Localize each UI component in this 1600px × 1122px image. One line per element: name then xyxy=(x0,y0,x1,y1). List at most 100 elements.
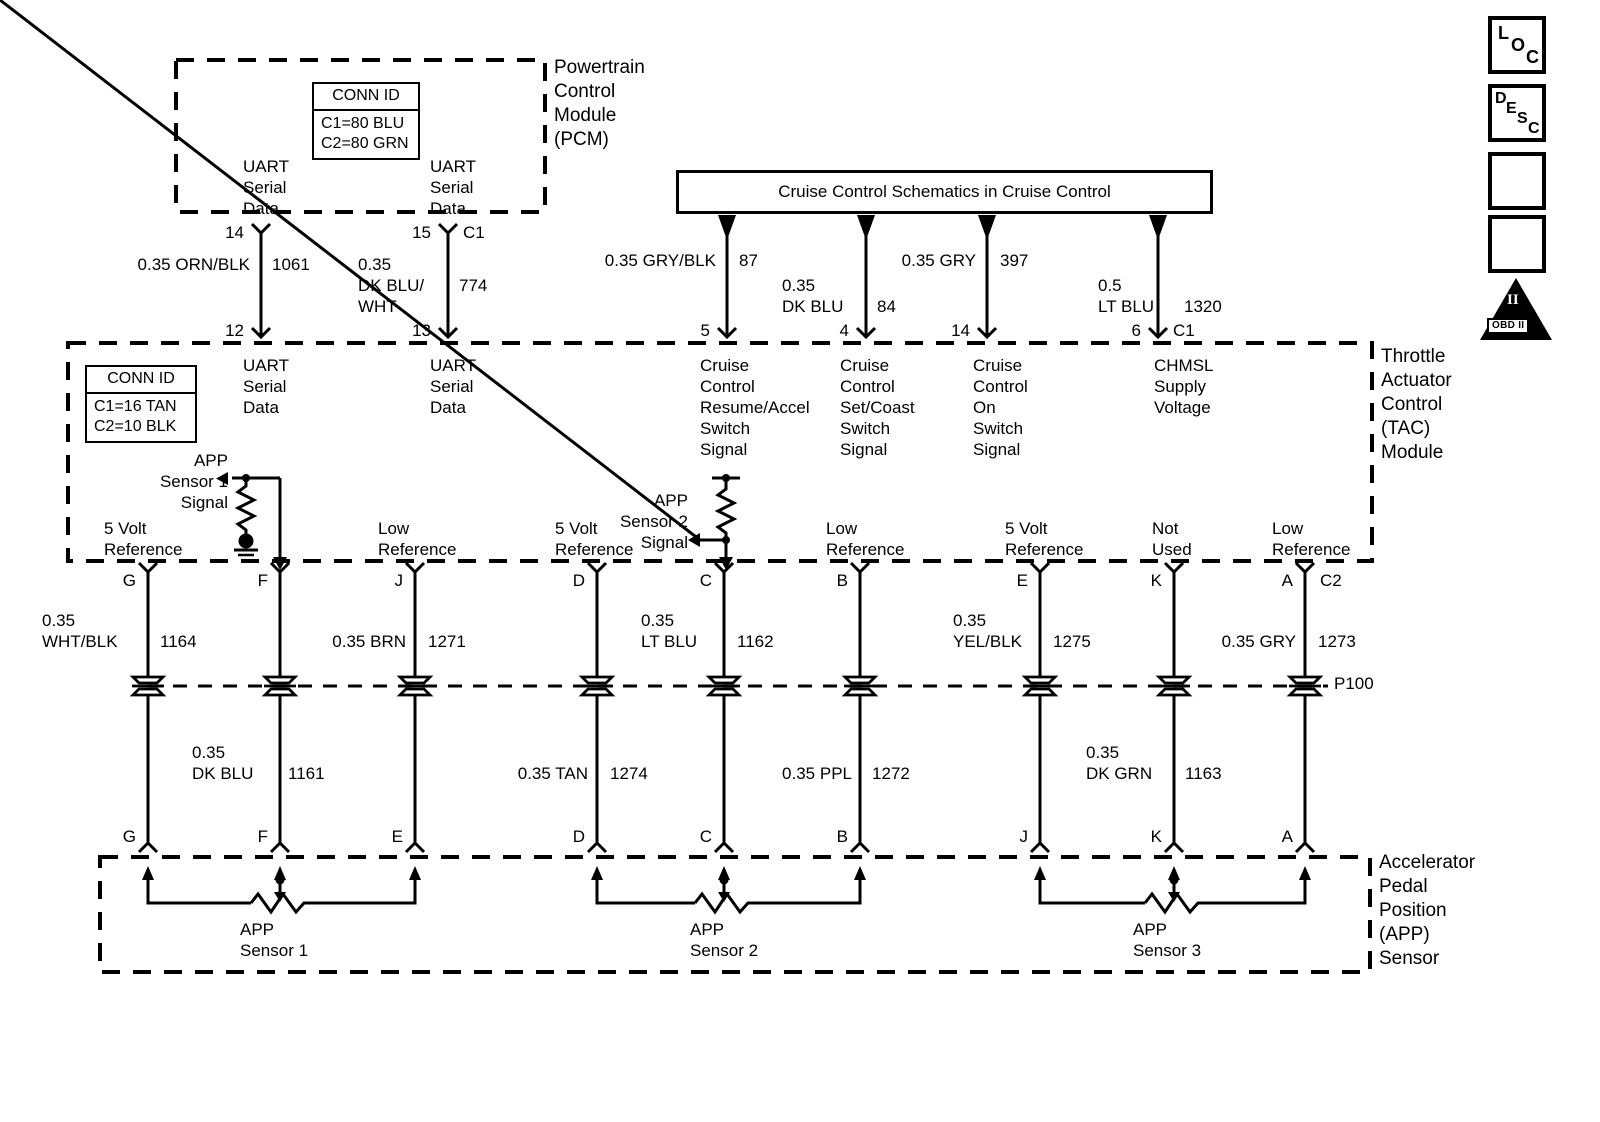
app-module-title: Accelerator Pedal Position (APP) Sensor xyxy=(1379,852,1476,969)
tac-app1-ground xyxy=(234,533,258,561)
wire-label-dk-grn: 0.35 DK GRN xyxy=(1086,743,1153,783)
tac-c2-pin-d: D xyxy=(572,571,585,590)
nav-button-loc[interactable]: L O C xyxy=(1488,16,1546,74)
tac-app1-node-dot xyxy=(242,474,250,482)
obd-ii-label: OBD II xyxy=(1487,318,1530,334)
app-pin-k: K xyxy=(1150,827,1162,846)
nav-button-obd-ii[interactable]: II OBD II xyxy=(1480,278,1552,342)
pcm-pin-number-14: 14 xyxy=(225,223,244,242)
tac-top-label-chmsl: CHMSL Supply Voltage xyxy=(1154,356,1214,417)
app-pin-a: A xyxy=(1281,827,1293,846)
tac-top-label-cruise-on: Cruise Control On Switch Signal xyxy=(973,356,1028,459)
tac-c2-pin-j: J xyxy=(394,571,404,590)
tac-bottom-label-low-ref-2: Low Reference xyxy=(826,519,905,559)
pcm-pin-label-uart-2: UART Serial Data xyxy=(430,157,476,218)
app-pin-j: J xyxy=(1019,827,1029,846)
wire-circuit-84: 84 xyxy=(877,297,896,316)
app-pin-g: G xyxy=(122,827,136,846)
wire-label-dk-blu: 0.35 DK BLU xyxy=(782,276,844,316)
wire-circuit-774: 774 xyxy=(459,276,488,295)
wire-circuit-1272: 1272 xyxy=(872,764,910,783)
tac-top-label-cruise-resume: Cruise Control Resume/Accel Switch Signa… xyxy=(700,356,810,459)
tac-c2-pin-b: B xyxy=(836,571,848,590)
app-pin-c: C xyxy=(699,827,712,846)
cruise-arrowheads xyxy=(718,215,1167,240)
app-pin-f: F xyxy=(257,827,268,846)
tac-top-label-uart-2: UART Serial Data xyxy=(430,356,476,417)
tac-pin-number-12: 12 xyxy=(225,321,244,340)
app-pin-e: E xyxy=(391,827,403,846)
desc-icon: D E S C xyxy=(1495,90,1540,137)
app-sensor-1-label: APP Sensor 1 xyxy=(240,920,309,960)
tac-conn-id-box: CONN ID C1=16 TAN C2=10 BLK xyxy=(85,365,197,443)
pcm-module-title: Powertrain Control Module (PCM) xyxy=(554,57,645,150)
tac-pin-number-6: 6 xyxy=(1131,321,1141,340)
tac-module-title: Throttle Actuator Control (TAC) Module xyxy=(1381,346,1452,463)
pcm-pin-number-15: 15 xyxy=(412,223,431,242)
pcm-conn-id-row: C1=80 BLU xyxy=(321,115,405,132)
tac-c2-pin-k: K xyxy=(1150,571,1162,590)
wire-label-wht-blk: 0.35 WHT/BLK xyxy=(42,611,118,651)
tac-c2-pin-a: A xyxy=(1281,571,1293,590)
wire-circuit-1162: 1162 xyxy=(737,632,774,651)
wire-circuit-397: 397 xyxy=(1000,251,1029,270)
pcm-pin-label-uart-1: UART Serial Data xyxy=(243,157,289,218)
schematic-page: Powertrain Control Module (PCM) CONN ID … xyxy=(0,0,1600,1122)
tac-c2-pin-c: C xyxy=(699,571,712,590)
wire-label-lt-blu-1162: 0.35 LT BLU xyxy=(641,611,698,651)
wire-label-ppl: 0.35 PPL xyxy=(782,764,852,783)
tac-c2-pin-f: F xyxy=(257,571,268,590)
cruise-control-reference-box[interactable]: Cruise Control Schematics in Cruise Cont… xyxy=(676,170,1213,214)
loc-icon: L O C xyxy=(1498,23,1539,67)
tac-bottom-label-not-used: Not Used xyxy=(1152,519,1192,559)
wire-circuit-1273: 1273 xyxy=(1318,632,1356,651)
wire-circuit-1161: 1161 xyxy=(288,764,325,783)
nav-button-forward[interactable] xyxy=(1488,152,1546,210)
tac-c2-pin-e: E xyxy=(1016,571,1028,590)
wire-circuit-1274: 1274 xyxy=(610,764,648,783)
tac-c2-pin-g: G xyxy=(122,571,136,590)
p100-connector-label: P100 xyxy=(1334,674,1374,693)
app-pin-d: D xyxy=(572,827,585,846)
wire-circuit-87: 87 xyxy=(739,251,758,270)
tac-bottom-label-5v-ref-3: 5 Volt Reference xyxy=(1005,519,1084,559)
pcm-connector-tag-c1: C1 xyxy=(463,223,485,242)
app-sensor-2-label: APP Sensor 2 xyxy=(690,920,759,960)
wire-circuit-1271: 1271 xyxy=(428,632,466,651)
wire-label-gry-blk: 0.35 GRY/BLK xyxy=(604,251,716,270)
tac-conn-id-header: CONN ID xyxy=(87,367,195,394)
pcm-conn-id-row: C2=80 GRN xyxy=(321,135,409,152)
tac-bottom-label-5v-ref-2: 5 Volt Reference xyxy=(555,519,634,559)
wire-circuit-1163: 1163 xyxy=(1185,764,1222,783)
app-pin-b: B xyxy=(836,827,848,846)
obd-roman-numeral: II xyxy=(1507,292,1519,308)
wire-label-brn: 0.35 BRN xyxy=(332,632,406,651)
pcm-conn-id-header: CONN ID xyxy=(314,84,418,111)
nav-button-back[interactable] xyxy=(1488,215,1546,273)
wire-circuit-1164: 1164 xyxy=(160,632,197,651)
tac-bottom-label-low-ref-3: Low Reference xyxy=(1272,519,1351,559)
wire-label-lt-blu: 0.5 LT BLU xyxy=(1098,276,1155,316)
pcm-conn-id-box: CONN ID C1=80 BLU C2=80 GRN xyxy=(312,82,420,160)
app-sensor-3-arrows xyxy=(1034,866,1311,902)
nav-button-desc[interactable]: D E S C xyxy=(1488,84,1546,142)
tac-conn-id-row: C2=10 BLK xyxy=(94,418,177,435)
wire-label-gry: 0.35 GRY xyxy=(901,251,976,270)
wire-circuit-1275: 1275 xyxy=(1053,632,1091,651)
app-sensor-1-arrows xyxy=(142,866,421,902)
wire-circuit-1320: 1320 xyxy=(1184,297,1222,316)
wire-label-tan: 0.35 TAN xyxy=(517,764,588,783)
wire-label-dk-blu-wht: 0.35 DK BLU/ WHT xyxy=(358,255,425,316)
cruise-control-reference-label: Cruise Control Schematics in Cruise Cont… xyxy=(778,182,1111,201)
tac-conn-id-row: C1=16 TAN xyxy=(94,398,177,415)
wire-circuit-1061: 1061 xyxy=(272,255,310,274)
tac-pin-number-14: 14 xyxy=(951,321,970,340)
tac-pin-number-13: 13 xyxy=(412,321,431,340)
tac-pin-number-4: 4 xyxy=(839,321,849,340)
tac-app1-signal-label: APP Sensor 1 Signal xyxy=(159,451,228,512)
tac-connector-tag-c1: C1 xyxy=(1173,321,1195,340)
wire-label-gry-1273: 0.35 GRY xyxy=(1221,632,1296,651)
wire-label-yel-blk: 0.35 YEL/BLK xyxy=(953,611,1022,651)
tac-app1-network xyxy=(232,476,282,566)
tac-bottom-label-5v-ref-1: 5 Volt Reference xyxy=(104,519,183,559)
